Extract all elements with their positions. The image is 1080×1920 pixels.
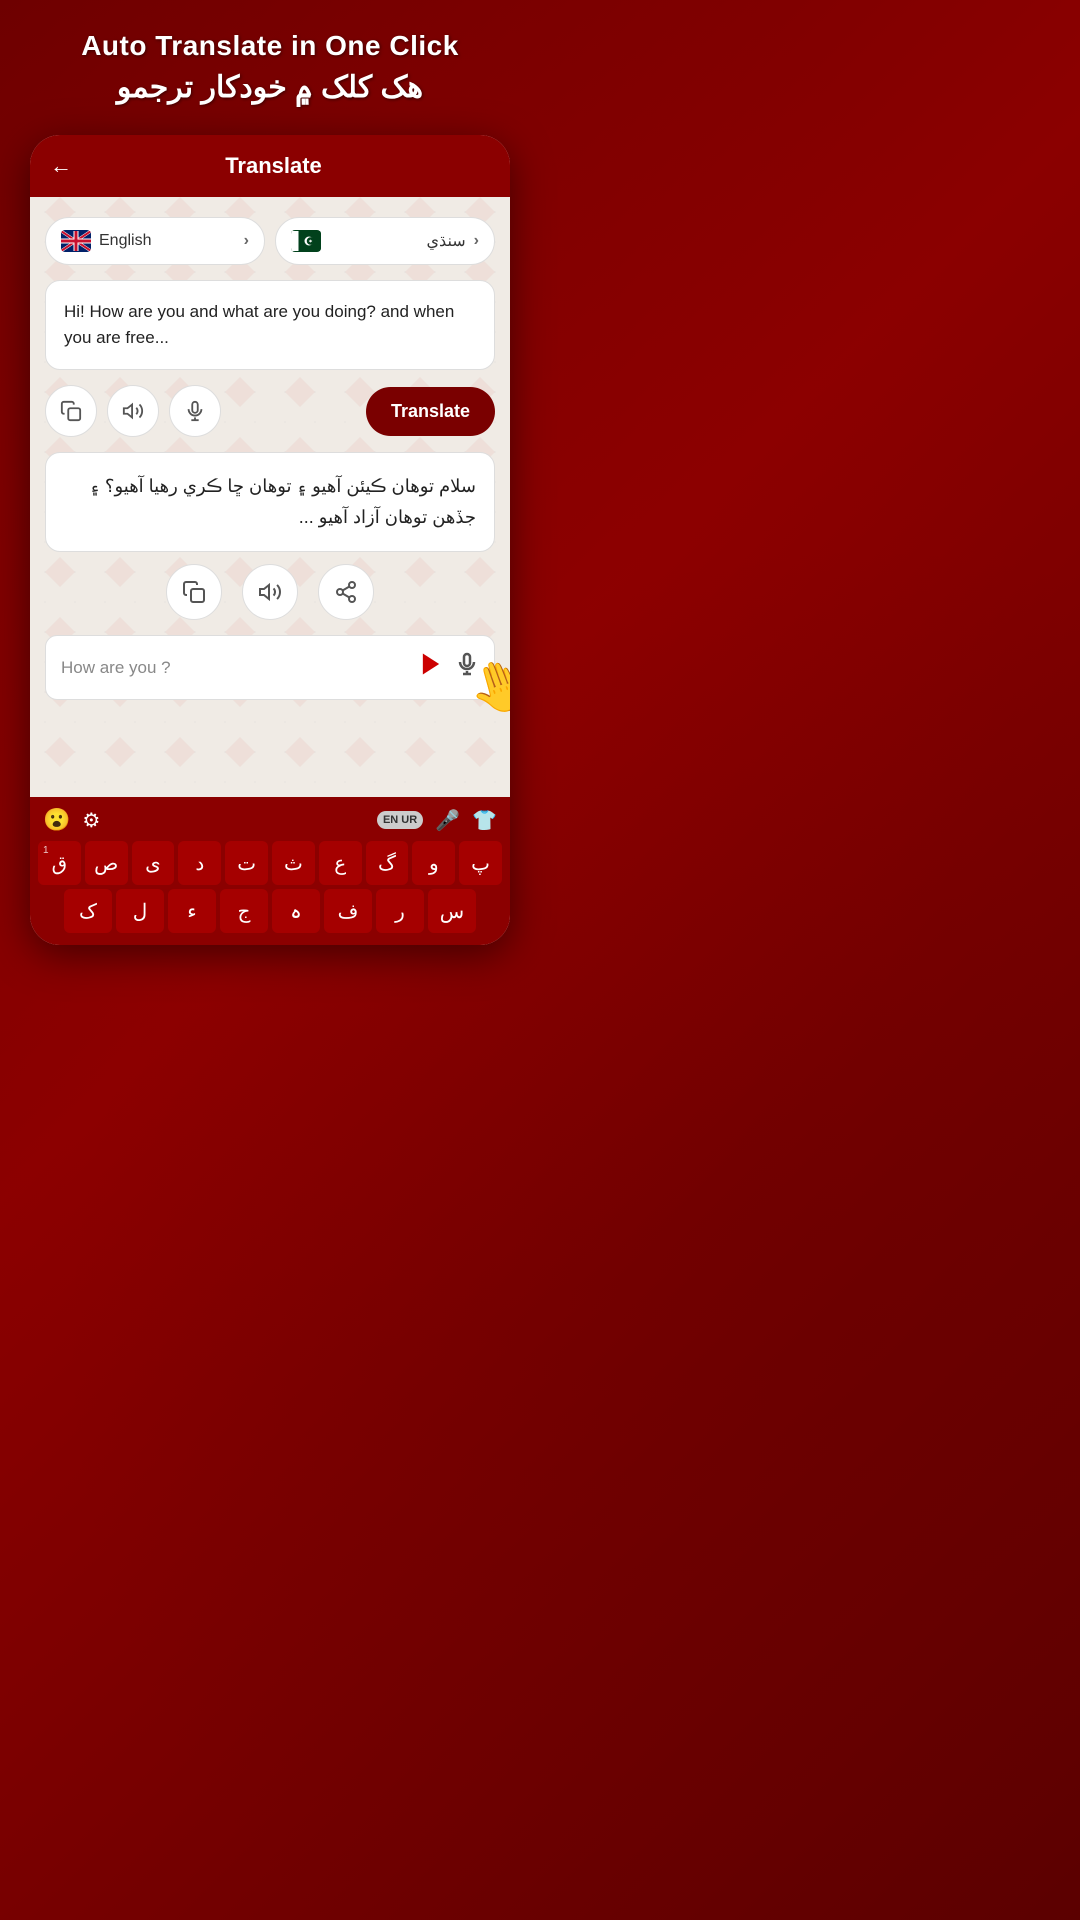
translate-button[interactable]: Translate bbox=[366, 387, 495, 436]
key-seen[interactable]: س bbox=[428, 889, 476, 933]
key-gaaf[interactable]: گ bbox=[366, 841, 409, 885]
volume-output-button[interactable] bbox=[242, 564, 298, 620]
output-controls-row bbox=[45, 564, 495, 620]
share-output-button[interactable] bbox=[318, 564, 374, 620]
source-language-arrow: › bbox=[244, 232, 249, 250]
bottom-input-bar[interactable]: How are you ? bbox=[45, 635, 495, 700]
volume-input-button[interactable] bbox=[107, 385, 159, 437]
emoji-button[interactable]: 😮 bbox=[43, 807, 70, 833]
header-title-urdu: هک کلک ۾ خودکار ترجمو bbox=[20, 70, 520, 105]
app-bar-title: Translate bbox=[87, 153, 460, 179]
app-bar: ← Translate bbox=[30, 135, 510, 197]
key-fe[interactable]: ف bbox=[324, 889, 372, 933]
source-language-button[interactable]: English › bbox=[45, 217, 265, 265]
output-text-box: سلام توهان ڪيئن آهيو ۽ توهان ڇا ڪري رهيا… bbox=[45, 452, 495, 552]
key-kaf[interactable]: ک bbox=[64, 889, 112, 933]
target-language-button[interactable]: سنڌي › bbox=[275, 217, 495, 265]
key-pe[interactable]: پ bbox=[459, 841, 502, 885]
keyboard-theme-button[interactable]: 👕 bbox=[472, 808, 497, 833]
phone-mockup: ← Translate bbox=[30, 135, 510, 945]
uk-flag-icon bbox=[61, 230, 91, 252]
keyboard-top-bar: 😮 ⚙ EN UR 🎤 👕 bbox=[38, 807, 502, 841]
source-language-name: English bbox=[99, 232, 236, 250]
language-selector-row: English › سنڌي › bbox=[45, 217, 495, 265]
key-sad[interactable]: ص bbox=[85, 841, 128, 885]
input-controls-row: Translate bbox=[45, 385, 495, 437]
output-text-content: سلام توهان ڪيئن آهيو ۽ توهان ڇا ڪري رهيا… bbox=[89, 476, 476, 527]
keyboard-top-right: EN UR 🎤 👕 bbox=[377, 808, 497, 833]
key-wao[interactable]: و bbox=[412, 841, 455, 885]
bottom-input-placeholder: How are you ? bbox=[61, 658, 407, 678]
keyboard-row-2: ک ل ء ج ہ ف ر س bbox=[38, 889, 502, 933]
keyboard-top-left: 😮 ⚙ bbox=[43, 807, 100, 833]
key-se2[interactable]: ث bbox=[272, 841, 315, 885]
send-button[interactable] bbox=[417, 650, 445, 685]
key-lam[interactable]: ل bbox=[116, 889, 164, 933]
keyboard-row-1: 1ق ص ی د ت ث ع گ و پ bbox=[38, 841, 502, 885]
input-text-content: Hi! How are you and what are you doing? … bbox=[64, 302, 454, 347]
keyboard-area: 😮 ⚙ EN UR 🎤 👕 1ق ص ی د ت ث ع bbox=[30, 797, 510, 945]
header-section: Auto Translate in One Click هک کلک ۾ خود… bbox=[0, 0, 540, 125]
key-re[interactable]: ر bbox=[376, 889, 424, 933]
key-he[interactable]: ہ bbox=[272, 889, 320, 933]
key-hamza[interactable]: ء bbox=[168, 889, 216, 933]
keyboard-mic-button[interactable]: 🎤 bbox=[435, 808, 460, 833]
pakistan-flag-icon bbox=[291, 230, 321, 252]
header-title-english: Auto Translate in One Click bbox=[20, 30, 520, 62]
target-language-name: سنڌي bbox=[329, 231, 466, 251]
key-se[interactable]: ت bbox=[225, 841, 268, 885]
target-language-arrow: › bbox=[474, 232, 479, 250]
keyboard-settings-button[interactable]: ⚙ bbox=[82, 808, 100, 833]
key-dal[interactable]: د bbox=[178, 841, 221, 885]
key-q[interactable]: 1ق bbox=[38, 841, 81, 885]
input-text-box[interactable]: Hi! How are you and what are you doing? … bbox=[45, 280, 495, 370]
mic-input-button[interactable] bbox=[169, 385, 221, 437]
key-jeem[interactable]: ج bbox=[220, 889, 268, 933]
back-button[interactable]: ← bbox=[50, 153, 72, 179]
key-ain[interactable]: ع bbox=[319, 841, 362, 885]
copy-input-button[interactable] bbox=[45, 385, 97, 437]
language-toggle[interactable]: EN UR bbox=[377, 811, 423, 829]
content-area: English › سنڌي › bbox=[30, 197, 510, 797]
copy-output-button[interactable] bbox=[166, 564, 222, 620]
key-ye[interactable]: ی bbox=[132, 841, 175, 885]
